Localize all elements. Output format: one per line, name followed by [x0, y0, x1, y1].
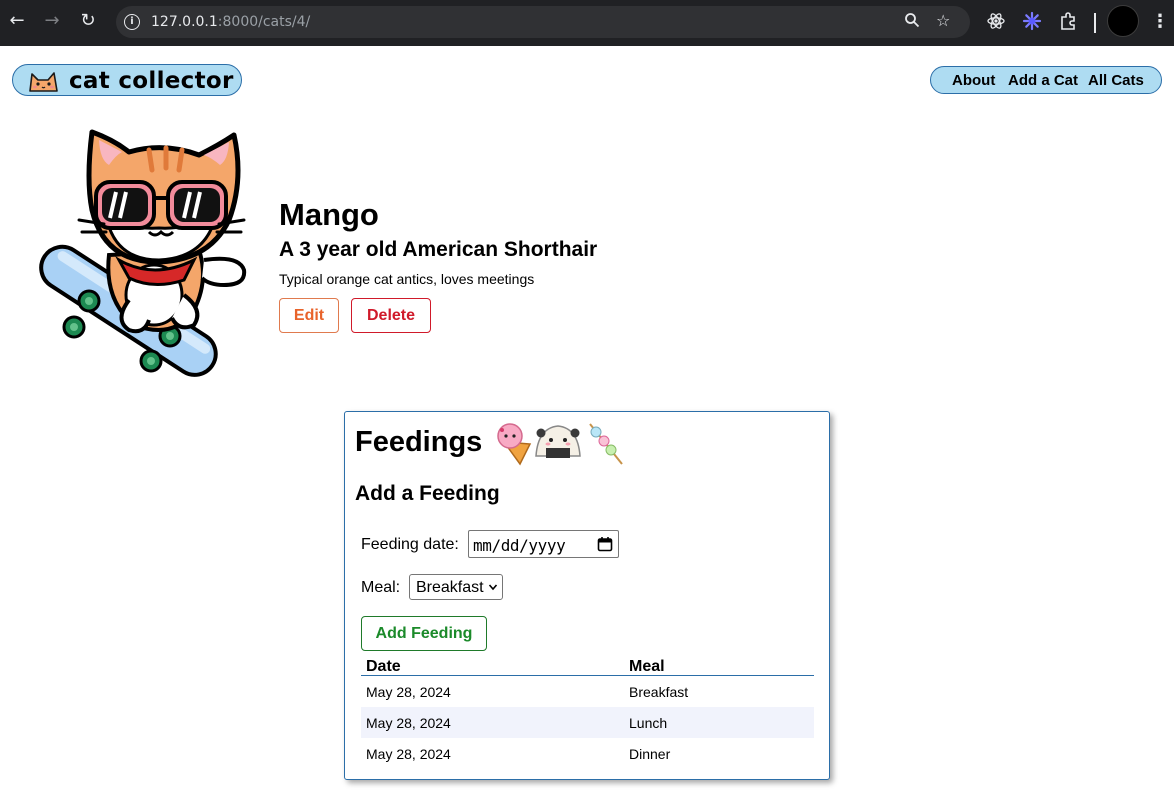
url-path: :8000/cats/4/	[217, 14, 311, 30]
top-nav: About Add a Cat All Cats	[930, 66, 1162, 94]
feeding-date-label: Feeding date:	[361, 536, 459, 553]
add-feeding-button[interactable]: Add Feeding	[361, 616, 487, 651]
cell-date: May 28, 2024	[366, 684, 451, 700]
url-host: 127.0.0.1	[151, 14, 218, 30]
cat-name: Mango	[279, 197, 379, 232]
site-logo[interactable]: cat collector	[12, 64, 242, 96]
cell-meal: Dinner	[629, 746, 671, 762]
address-bar[interactable]: i 127.0.0.1:8000/cats/4/ ☆	[116, 6, 970, 38]
column-header-date: Date	[366, 658, 401, 675]
extensions-puzzle-icon[interactable]	[1058, 11, 1078, 37]
bookmark-star-icon[interactable]: ☆	[936, 11, 950, 31]
toolbar-divider	[1094, 13, 1096, 33]
cell-meal: Lunch	[629, 715, 668, 731]
meal-selected-value: Breakfast	[416, 579, 484, 596]
cat-skateboard-illustration	[39, 129, 247, 377]
edit-button[interactable]: Edit	[279, 298, 339, 333]
meal-select[interactable]: Breakfast	[409, 574, 503, 600]
site-info-icon[interactable]: i	[124, 14, 140, 30]
nav-link-add-cat[interactable]: Add a Cat	[1008, 72, 1078, 89]
feedings-title: Feedings	[355, 426, 483, 458]
add-feeding-title: Add a Feeding	[355, 482, 500, 505]
nav-link-all-cats[interactable]: All Cats	[1088, 72, 1144, 89]
table-row: May 28, 2024 Dinner	[361, 738, 814, 769]
feedings-card: Feedings Add a Feeding Feeding date: mm/…	[344, 411, 830, 780]
panda-onigiri-icon	[535, 425, 581, 458]
zoom-icon[interactable]	[904, 12, 920, 33]
cat-subtitle: A 3 year old American Shorthair	[279, 238, 598, 261]
calendar-icon[interactable]	[597, 536, 613, 552]
profile-avatar[interactable]	[1107, 5, 1139, 37]
url-text: 127.0.0.1:8000/cats/4/	[151, 14, 310, 30]
feeding-date-input[interactable]: mm/dd/yyyy	[468, 530, 619, 558]
column-header-meal: Meal	[629, 658, 665, 675]
cell-meal: Breakfast	[629, 684, 689, 700]
delete-button[interactable]: Delete	[351, 298, 431, 333]
table-row: May 28, 2024 Breakfast	[361, 676, 814, 707]
menu-dots-icon[interactable]: ⋮	[1151, 11, 1169, 33]
food-emoji-icons	[497, 423, 623, 466]
react-devtools-icon[interactable]	[986, 11, 1006, 37]
table-row: May 28, 2024 Lunch	[361, 707, 814, 738]
cell-date: May 28, 2024	[366, 746, 451, 762]
ice-cream-icon	[497, 423, 532, 466]
meal-label: Meal:	[361, 579, 401, 596]
cell-date: May 28, 2024	[366, 715, 451, 731]
back-arrow-icon[interactable]: ←	[6, 10, 28, 32]
dango-skewer-icon	[589, 423, 623, 465]
cat-description: Typical orange cat antics, loves meeting…	[279, 271, 535, 287]
extension-sparkle-icon[interactable]	[1022, 11, 1042, 37]
logo-text: cat collector	[69, 68, 234, 94]
logo-cat-icon	[29, 72, 58, 92]
chevron-down-icon	[488, 584, 498, 591]
browser-toolbar: ← → ↻ i 127.0.0.1:8000/cats/4/ ☆ ⋮	[0, 0, 1174, 46]
forward-arrow-icon[interactable]: →	[41, 10, 63, 32]
nav-link-about[interactable]: About	[952, 72, 995, 89]
reload-icon[interactable]: ↻	[77, 10, 99, 32]
date-placeholder: mm/dd/yyyy	[473, 536, 566, 555]
